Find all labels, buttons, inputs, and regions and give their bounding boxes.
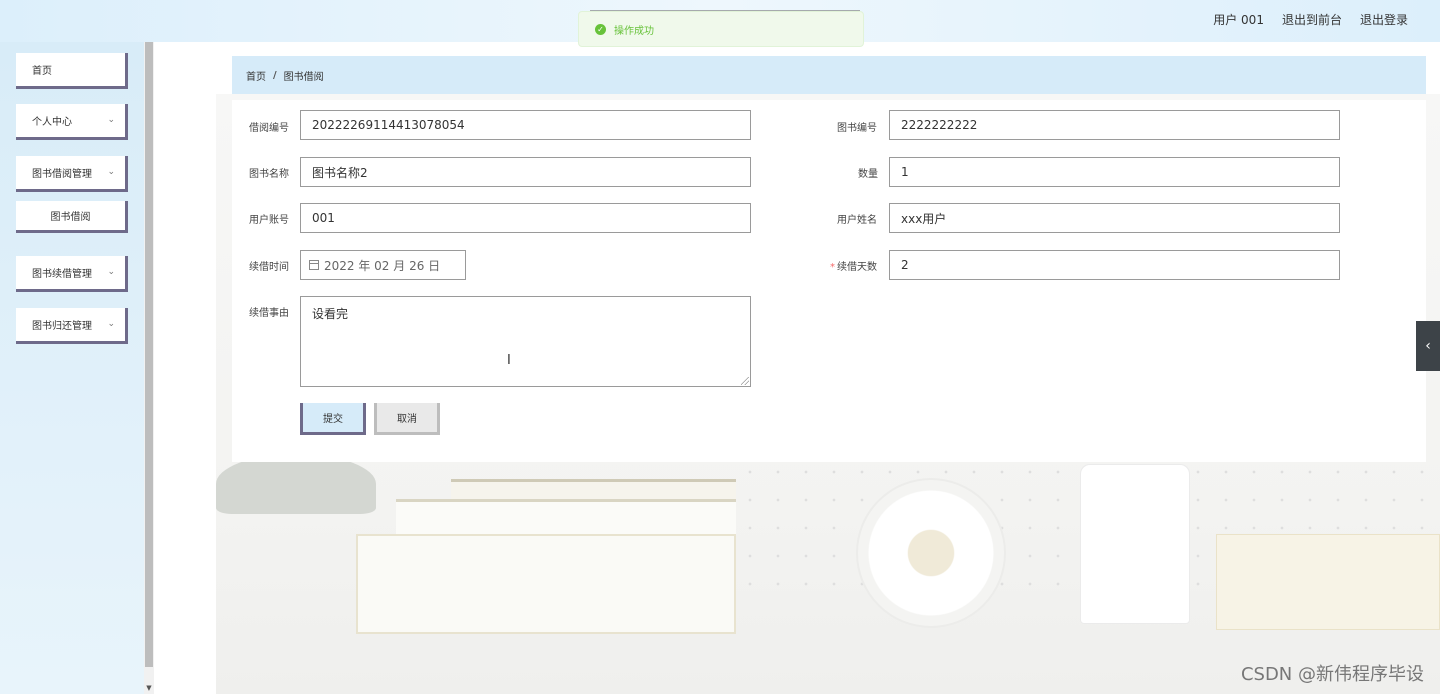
scroll-down-arrow-icon[interactable]: ▼ — [145, 684, 153, 692]
renew-time-value: 2022 年 02 月 26 日 — [324, 258, 441, 273]
submit-button[interactable]: 提交 — [300, 403, 366, 435]
sidebar-item-personal-center[interactable]: 个人中心 ⌄ — [16, 104, 128, 140]
user-name-input[interactable]: xxx用户 — [889, 203, 1340, 233]
breadcrumb-current: 图书借阅 — [283, 71, 324, 83]
breadcrumb-home[interactable]: 首页 — [246, 68, 266, 83]
sidebar-item-label: 图书续借管理 — [32, 269, 92, 280]
sidebar-item-return-management[interactable]: 图书归还管理 ⌄ — [16, 308, 128, 344]
sidebar-item-home[interactable]: 首页 — [16, 53, 128, 89]
chevron-left-icon: ‹ — [1425, 338, 1431, 354]
sidebar-item-label: 图书归还管理 — [32, 321, 92, 332]
borrow-no-label: 借阅编号 — [249, 123, 289, 134]
breadcrumb-separator: / — [273, 69, 277, 81]
text-cursor-icon: I — [507, 353, 511, 368]
renew-reason-textarea[interactable]: 设看完 — [300, 296, 751, 387]
toast-message: 操作成功 — [614, 25, 654, 37]
sidebar-item-renew-management[interactable]: 图书续借管理 ⌄ — [16, 256, 128, 292]
book-name-label: 图书名称 — [249, 169, 289, 180]
side-panel-toggle[interactable]: ‹ — [1416, 321, 1440, 371]
logout-link[interactable]: 退出登录 — [1360, 11, 1408, 28]
check-circle-icon: ✓ — [595, 23, 606, 35]
user-links: 用户 001 退出到前台 退出登录 — [1213, 11, 1408, 28]
chevron-down-icon: ⌄ — [107, 267, 115, 277]
quantity-input[interactable]: 1 — [889, 157, 1340, 187]
cup-decoration — [1080, 464, 1190, 624]
renew-days-input[interactable]: 2 — [889, 250, 1340, 280]
renew-time-datepicker[interactable]: 2022 年 02 月 26 日 — [300, 250, 466, 280]
sidebar-item-borrow-management[interactable]: 图书借阅管理 ⌄ — [16, 156, 128, 192]
chevron-down-icon: ⌄ — [107, 115, 115, 125]
success-toast: ✓ 操作成功 — [578, 11, 864, 47]
user-account-label: 用户账号 — [249, 215, 289, 226]
breadcrumb: 首页 / 图书借阅 — [232, 56, 1426, 94]
box-decoration — [1216, 534, 1440, 630]
chevron-down-icon: ⌄ — [107, 167, 115, 177]
book-stack-top — [451, 479, 736, 499]
sidebar-item-label: 个人中心 — [32, 117, 72, 128]
quantity-label: 数量 — [858, 169, 878, 180]
sidebar-scrollbar[interactable]: ▼ — [144, 42, 154, 694]
book-no-label: 图书编号 — [837, 123, 877, 134]
cancel-button[interactable]: 取消 — [374, 403, 440, 435]
renew-form: 借阅编号 20222269114413078054 图书编号 222222222… — [232, 100, 1426, 462]
current-user-label: 用户 001 — [1213, 13, 1264, 27]
scrollbar-thumb[interactable] — [145, 42, 153, 667]
renew-days-label-text: 续借天数 — [837, 262, 877, 273]
renew-days-label: * 续借天数 — [830, 258, 877, 273]
sidebar-item-label: 图书借阅管理 — [32, 169, 92, 180]
gutter — [154, 42, 216, 694]
resize-grip-icon[interactable] — [741, 377, 749, 385]
watermark: CSDN @新伟程序毕设 — [1240, 664, 1424, 685]
chevron-down-icon: ⌄ — [107, 319, 115, 329]
plant-decoration — [216, 454, 376, 514]
renew-time-label: 续借时间 — [249, 262, 289, 273]
calendar-icon — [309, 260, 319, 270]
renew-reason-label: 续借事由 — [249, 308, 289, 319]
sidebar-item-label: 首页 — [32, 66, 52, 77]
book-no-input[interactable]: 2222222222 — [889, 110, 1340, 140]
book-stack-middle — [396, 499, 736, 539]
sidebar-subitem-book-borrow[interactable]: 图书借阅 — [16, 201, 128, 233]
borrow-no-input[interactable]: 20222269114413078054 — [300, 110, 751, 140]
book-name-input[interactable]: 图书名称2 — [300, 157, 751, 187]
tape-roll-decoration — [856, 478, 1006, 628]
book-stack-bottom — [356, 534, 736, 634]
required-mark: * — [830, 262, 835, 273]
user-account-input[interactable]: 001 — [300, 203, 751, 233]
renew-reason-value: 设看完 — [312, 307, 349, 321]
back-to-front-link[interactable]: 退出到前台 — [1282, 11, 1342, 28]
sidebar-item-label: 图书借阅 — [50, 212, 91, 223]
user-name-label: 用户姓名 — [837, 215, 877, 226]
